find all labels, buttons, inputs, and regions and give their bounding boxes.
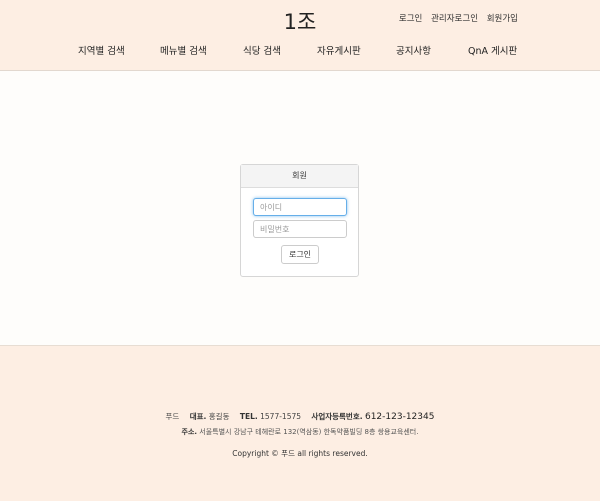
site-footer: 푸드 대표. 홍길동 TEL. 1577-1575 사업자등록번호. 612-1… [0, 345, 600, 501]
main-nav: 지역별 검색 메뉴별 검색 식당 검색 자유게시판 공지사항 QnA 게시판 [0, 43, 600, 59]
id-input[interactable] [253, 198, 347, 216]
footer-address-line: 주소. 서울특별시 강남구 테헤란로 132(역삼동) 한독약품빌딩 8층 쌍용… [0, 427, 600, 437]
footer-addr-value: 서울특별시 강남구 테헤란로 132(역삼동) 한독약품빌딩 8층 쌍용교육센터… [199, 428, 419, 436]
footer-rep-value: 홍길동 [208, 412, 230, 421]
footer-company: 푸드 [165, 412, 180, 421]
footer-rep-label: 대표. [189, 412, 207, 421]
site-header: 1조 로그인 관리자로그인 회원가입 지역별 검색 메뉴별 검색 식당 검색 자… [0, 0, 600, 71]
footer-addr-label: 주소. [181, 428, 198, 436]
footer-tel-value: 1577-1575 [260, 412, 302, 421]
login-panel: 회원 로그인 [240, 164, 359, 277]
login-button[interactable]: 로그인 [281, 245, 319, 264]
password-input[interactable] [253, 220, 347, 238]
nav-qna-board[interactable]: QnA 게시판 [468, 43, 517, 57]
footer-biz-value: 612-123-12345 [364, 412, 435, 422]
login-panel-title: 회원 [241, 165, 358, 188]
nav-notice[interactable]: 공지사항 [396, 43, 431, 57]
nav-restaurant-search[interactable]: 식당 검색 [243, 43, 281, 57]
footer-biz-label: 사업자등록번호. [311, 412, 363, 421]
nav-region-search[interactable]: 지역별 검색 [78, 43, 125, 57]
nav-menu-search[interactable]: 메뉴별 검색 [160, 43, 207, 57]
top-links: 로그인 관리자로그인 회원가입 [393, 12, 518, 24]
footer-copyright: Copyright © 푸드 all rights reserved. [232, 449, 368, 458]
footer-tel-label: TEL. [239, 412, 258, 421]
login-link[interactable]: 로그인 [399, 14, 422, 24]
footer-info-line: 푸드 대표. 홍길동 TEL. 1577-1575 사업자등록번호. 612-1… [0, 411, 600, 422]
nav-free-board[interactable]: 자유게시판 [317, 43, 361, 57]
signup-link[interactable]: 회원가입 [487, 14, 518, 24]
admin-login-link[interactable]: 관리자로그인 [431, 14, 478, 24]
